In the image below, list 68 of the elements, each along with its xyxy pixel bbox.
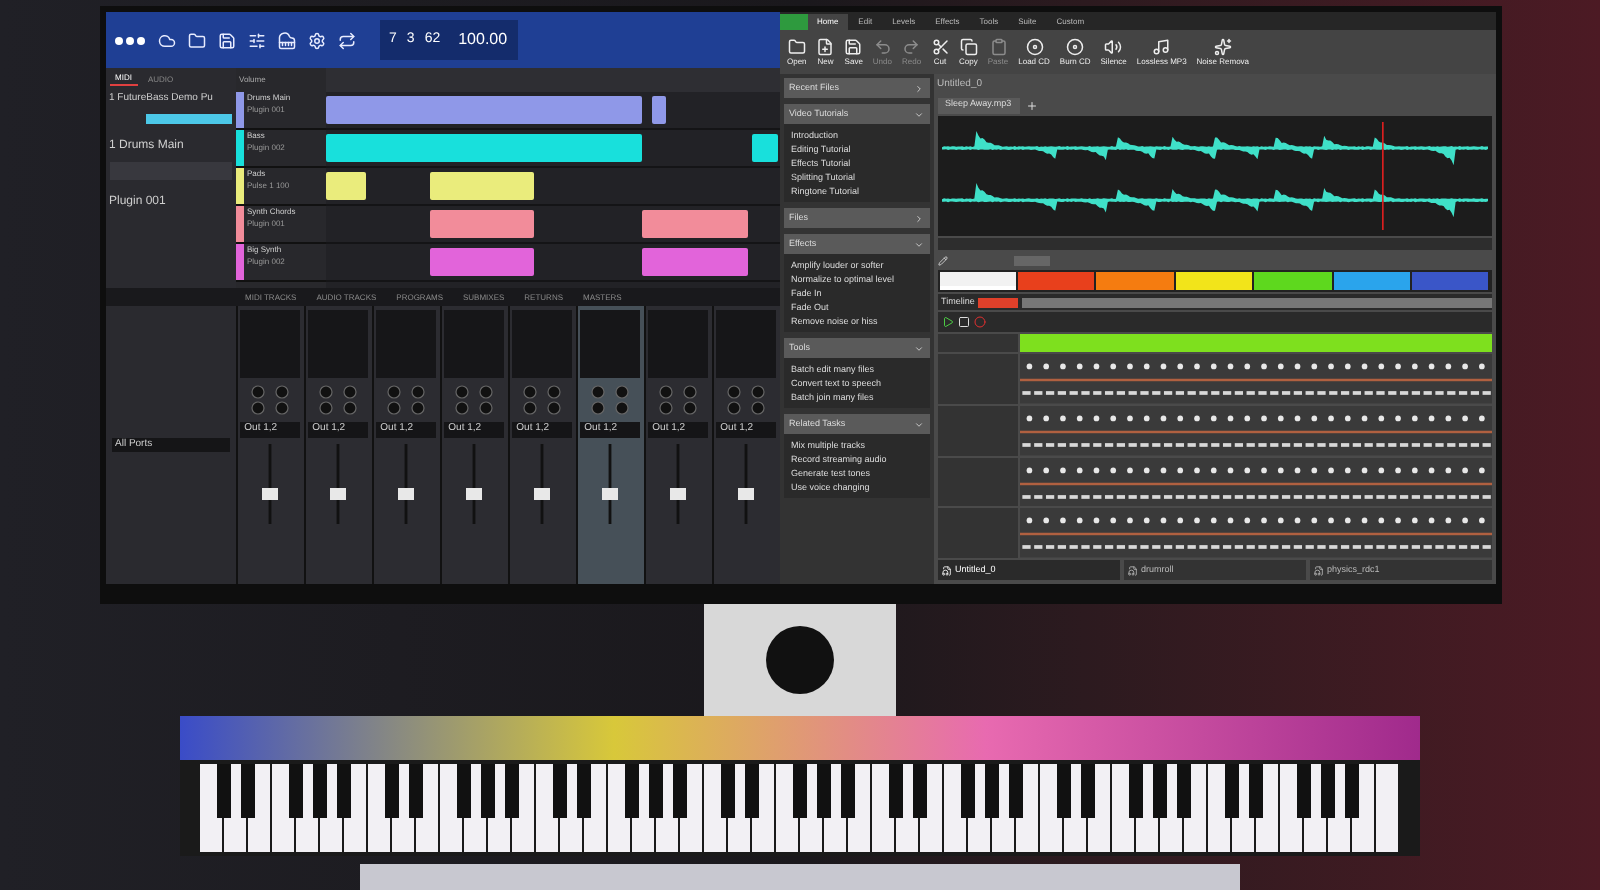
color-tab[interactable]: [1333, 272, 1411, 290]
new-file-icon: [816, 37, 835, 55]
paste-icon: [989, 37, 1007, 55]
color-tab[interactable]: [1412, 272, 1489, 290]
speaker-icon: [1104, 37, 1123, 55]
audio-file-icon: [1313, 565, 1323, 575]
stop-icon[interactable]: [957, 316, 969, 328]
clip[interactable]: [429, 248, 534, 276]
redo-icon: [902, 37, 921, 55]
music-note-icon: [1152, 37, 1171, 55]
settings-icon[interactable]: [307, 31, 325, 49]
save-icon: [844, 37, 863, 55]
disc-icon: [1066, 37, 1085, 55]
knobs-icon[interactable]: [722, 384, 770, 416]
fader-icon[interactable]: [464, 443, 484, 523]
zoom-field[interactable]: [1013, 255, 1049, 265]
fader-icon[interactable]: [600, 443, 620, 523]
clip[interactable]: [642, 248, 748, 276]
clip[interactable]: [429, 210, 534, 238]
fader-icon[interactable]: [532, 443, 552, 523]
knobs-icon[interactable]: [450, 384, 498, 416]
pencil-icon[interactable]: [937, 255, 947, 265]
undo-icon: [873, 37, 892, 55]
clip[interactable]: [325, 134, 643, 162]
clip[interactable]: [642, 210, 748, 238]
copy-icon: [959, 37, 978, 55]
color-tab[interactable]: [939, 272, 1016, 290]
knobs-icon[interactable]: [314, 384, 362, 416]
file-menu-tab[interactable]: [779, 14, 807, 30]
knobs-icon[interactable]: [246, 384, 294, 416]
audio-file-icon: [941, 565, 951, 575]
add-icon[interactable]: [1025, 99, 1038, 111]
disc-icon: [1025, 37, 1044, 55]
knobs-icon[interactable]: [382, 384, 430, 416]
color-tab[interactable]: [1254, 272, 1332, 290]
play-icon[interactable]: [941, 316, 953, 328]
knobs-icon[interactable]: [518, 384, 566, 416]
clip[interactable]: [325, 172, 366, 200]
audio-file-icon: [1127, 565, 1137, 575]
loop-icon[interactable]: [337, 31, 355, 49]
knobs-icon[interactable]: [586, 384, 634, 416]
clip[interactable]: [651, 96, 666, 124]
fader-icon[interactable]: [260, 443, 280, 523]
sparkle-icon: [1213, 37, 1232, 55]
clip[interactable]: [429, 172, 534, 200]
fader-icon[interactable]: [328, 443, 348, 523]
record-icon[interactable]: [973, 316, 985, 328]
fader-icon[interactable]: [668, 443, 688, 523]
save-icon[interactable]: [217, 31, 235, 49]
fader-icon[interactable]: [736, 443, 756, 523]
folder-icon[interactable]: [187, 31, 205, 49]
timeline-marker: [978, 297, 1019, 307]
window-controls-icon[interactable]: [113, 35, 145, 45]
color-tab[interactable]: [1096, 272, 1174, 290]
fader-icon[interactable]: [396, 443, 416, 523]
clip[interactable]: [325, 96, 643, 124]
color-tab[interactable]: [1017, 272, 1095, 290]
clip[interactable]: [751, 134, 779, 162]
piano-icon[interactable]: [277, 31, 295, 49]
cut-icon: [931, 37, 950, 55]
knobs-icon[interactable]: [654, 384, 702, 416]
stand-hole: [766, 626, 834, 694]
level-bar[interactable]: [145, 113, 231, 123]
sliders-icon[interactable]: [247, 31, 265, 49]
color-tab[interactable]: [1175, 272, 1253, 290]
tempo-value[interactable]: 100.00: [458, 28, 508, 52]
folder-icon: [787, 37, 806, 55]
cloud-icon[interactable]: [157, 31, 175, 49]
